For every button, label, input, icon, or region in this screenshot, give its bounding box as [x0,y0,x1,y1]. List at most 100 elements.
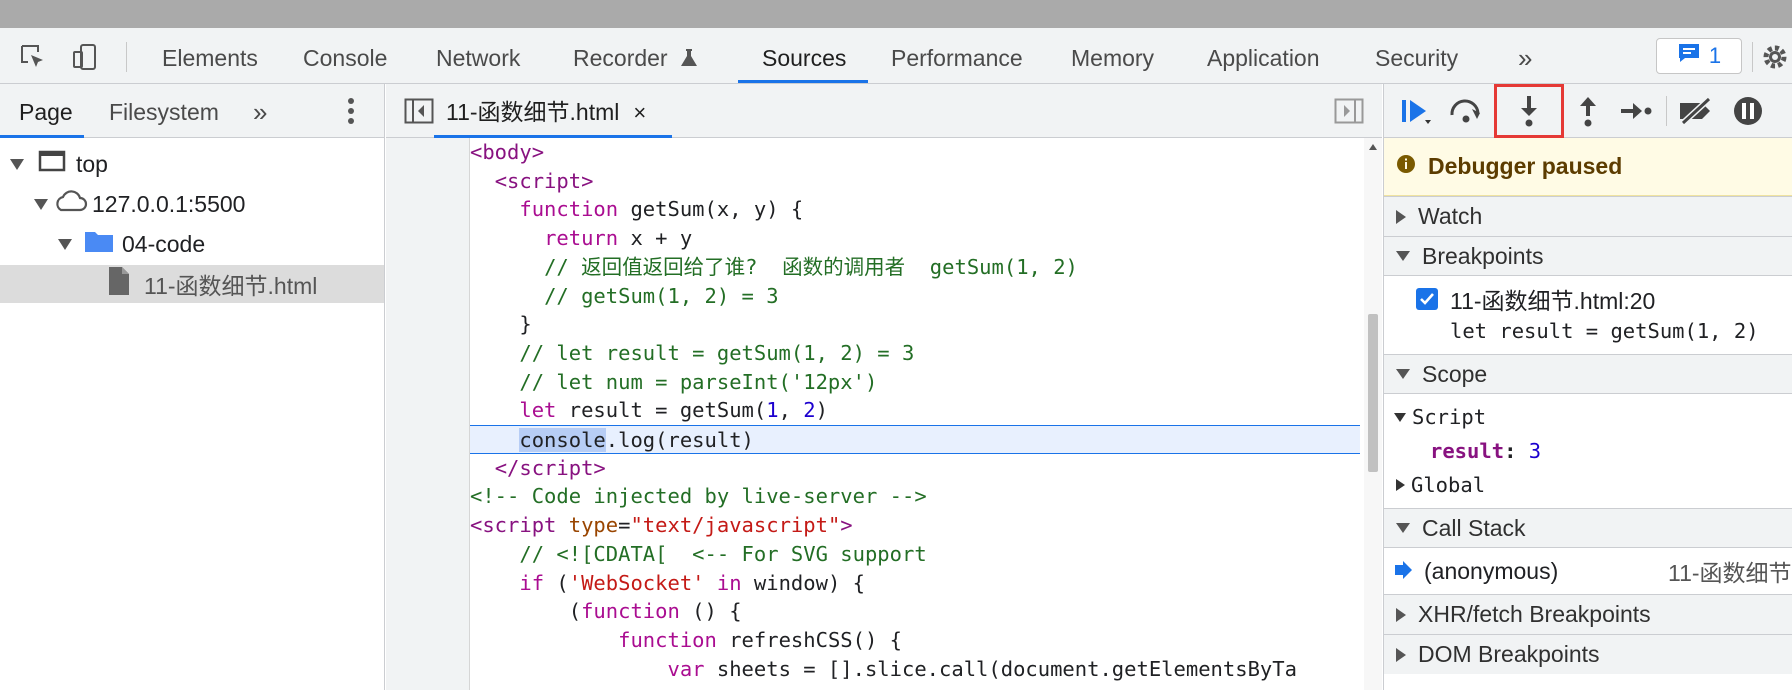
scope-global[interactable]: Global [1384,470,1792,500]
code-line: 29 var sheets = [].slice.call(document.g… [667,656,1297,681]
section-title: XHR/fetch Breakpoints [1418,601,1651,627]
cloud-icon [52,189,88,219]
call-frame-location[interactable]: 11-函数细节 [1668,554,1792,588]
tree-item-origin[interactable]: 127.0.0.1:5500 [0,185,384,223]
section-xhr-breakpoints[interactable]: XHR/fetch Breakpoints [1384,594,1792,634]
issues-chat-icon [1677,42,1701,70]
device-toolbar-icon[interactable] [70,42,100,72]
collapsed-arrow-icon [1396,479,1405,491]
code-line: 28 function refreshCSS() { [618,627,902,652]
step-over-icon[interactable] [1446,90,1486,132]
tab-memory[interactable]: Memory [1071,28,1154,84]
devtools-tab-bar: Elements Console Network Recorder Source… [0,28,1792,84]
flask-icon [680,30,698,90]
section-dom-breakpoints[interactable]: DOM Breakpoints [1384,634,1792,674]
toggle-navigator-icon[interactable] [404,98,434,129]
tab-network[interactable]: Network [436,28,520,84]
editor-file-tab[interactable]: 11-函数细节.html × [446,84,646,138]
pause-on-exceptions-icon[interactable] [1728,90,1768,132]
code-area[interactable]: 11<body> 12 <script> 13 function getSum(… [470,138,1360,690]
breakpoint-item[interactable]: 11-函数细节.html:20 [1384,284,1792,314]
collapsed-arrow-icon [1396,607,1406,622]
paused-message: Debugger paused [1428,153,1623,179]
current-frame-arrow-icon [1394,558,1412,585]
call-frame[interactable]: (anonymous) 11-函数细节 [1384,556,1792,586]
close-tab-icon[interactable]: × [633,100,646,125]
code-line-current-execution: 21 console.log(result) [470,425,1360,454]
active-tab-indicator [738,80,868,83]
scope-script[interactable]: Script [1384,402,1792,432]
tab-sources[interactable]: Sources [762,28,846,84]
tab-recorder[interactable]: Recorder [573,28,698,84]
info-icon [1396,153,1416,180]
tree-item-file[interactable]: 11-函数细节.html [0,265,384,303]
collapsed-arrow-icon [1396,209,1406,224]
file-navigator-panel: Page Filesystem » top 127.0.0.1:5500 04-… [0,84,385,690]
file-tab-label: 11-函数细节.html [446,99,620,125]
resume-icon[interactable] [1396,90,1436,132]
section-title: Breakpoints [1422,242,1544,269]
editor-scrollbar[interactable] [1364,138,1382,690]
tree-item-label: 127.0.0.1:5500 [92,190,246,217]
tab-recorder-label: Recorder [573,45,668,71]
scroll-up-arrow-icon[interactable] [1369,144,1377,150]
code-line: 18 // let result = getSum(1, 2) = 3 [519,340,915,365]
tab-elements[interactable]: Elements [162,28,258,84]
expand-arrow-icon [34,198,48,210]
step-into-icon[interactable] [1494,84,1564,138]
variable-name: result [1430,439,1505,463]
code-line: 15 // 返回值返回给了谁? 函数的调用者 getSum(1, 2) [544,254,1078,279]
expanded-arrow-icon [1394,412,1406,422]
issues-counter-button[interactable]: 1 [1656,38,1742,74]
tree-item-top[interactable]: top [0,145,384,183]
expand-arrow-icon [58,238,72,250]
tab-performance[interactable]: Performance [891,28,1023,84]
deactivate-breakpoints-icon[interactable] [1676,90,1716,132]
more-tabs-button[interactable]: » [1518,28,1532,84]
code-line-breakpoint: 20 let result = getSum(1, 2) [470,396,1360,425]
inspect-element-icon[interactable] [18,42,48,72]
tree-item-label: 11-函数细节.html [144,273,318,299]
scope-variable[interactable]: result: 3 [1384,436,1792,466]
line-number-gutter[interactable] [386,138,470,690]
settings-gear-icon[interactable] [1760,42,1790,72]
expanded-arrow-icon [1396,251,1410,261]
tab-page[interactable]: Page [19,84,73,138]
debugger-paused-banner: Debugger paused [1384,138,1792,196]
code-line: 14 return x + y [544,226,693,251]
section-breakpoints[interactable]: Breakpoints [1384,236,1792,276]
section-title: DOM Breakpoints [1418,641,1600,667]
editor-scrollbar-thumb[interactable] [1368,314,1378,472]
issues-count: 1 [1708,43,1722,68]
code-line: 17 } [470,312,532,337]
code-line: 19 // let num = parseInt('12px') [519,369,878,394]
code-line: 13 function getSum(x, y) { [519,197,804,222]
scope-label: Global [1411,473,1486,497]
code-line: 23<!-- Code injected by live-server --> [470,484,927,509]
step-icon[interactable] [1616,90,1656,132]
code-line: 16 // getSum(1, 2) = 3 [544,283,779,308]
tab-security[interactable]: Security [1375,28,1458,84]
section-watch[interactable]: Watch [1384,196,1792,236]
more-navigator-tabs-button[interactable]: » [253,84,267,138]
section-call-stack[interactable]: Call Stack [1384,508,1792,548]
navigator-tabs: Page Filesystem » [0,84,384,138]
editor-tab-bar: 11-函数细节.html × [386,84,1382,138]
section-scope[interactable]: Scope [1384,354,1792,394]
code-line: 25 // <![CDATA[ <-- For SVG support [519,541,927,566]
toggle-debugger-icon[interactable] [1334,98,1364,129]
tab-application[interactable]: Application [1207,28,1320,84]
tab-console[interactable]: Console [303,28,387,84]
step-out-icon[interactable] [1568,90,1608,132]
variable-value: 3 [1528,439,1542,463]
navigator-active-indicator [0,135,84,138]
expanded-arrow-icon [1396,523,1410,533]
breakpoint-code: let result = getSum(1, 2) [1450,319,1759,343]
tree-item-folder[interactable]: 04-code [0,225,384,263]
code-line: 24<script type="text/javascript"> [470,513,853,538]
section-title: Watch [1418,203,1483,229]
breakpoint-checkbox[interactable] [1416,288,1438,310]
file-icon [108,266,130,302]
kebab-menu-icon[interactable] [346,96,356,131]
tab-filesystem[interactable]: Filesystem [109,84,219,138]
